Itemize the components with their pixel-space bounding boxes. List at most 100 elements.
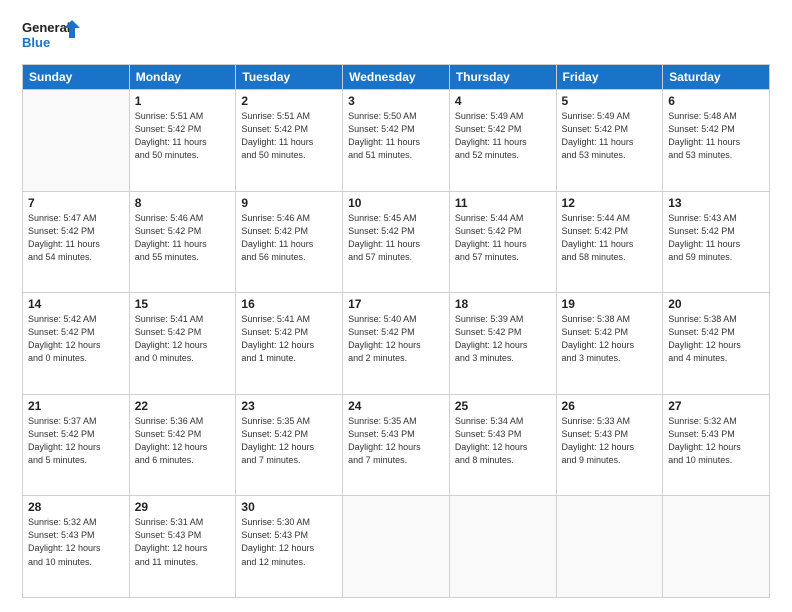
day-info: Sunrise: 5:51 AM Sunset: 5:42 PM Dayligh… <box>135 110 231 162</box>
day-info: Sunrise: 5:40 AM Sunset: 5:42 PM Dayligh… <box>348 313 444 365</box>
calendar-cell: 6 Sunrise: 5:48 AM Sunset: 5:42 PM Daylig… <box>663 90 770 192</box>
day-number: 6 <box>668 94 764 108</box>
day-number: 11 <box>455 196 551 210</box>
calendar-cell: 25 Sunrise: 5:34 AM Sunset: 5:43 PM Dayli… <box>449 394 556 496</box>
day-number: 16 <box>241 297 337 311</box>
header-tuesday: Tuesday <box>236 65 343 90</box>
day-number: 13 <box>668 196 764 210</box>
day-number: 27 <box>668 399 764 413</box>
day-number: 1 <box>135 94 231 108</box>
svg-text:Blue: Blue <box>22 35 50 50</box>
svg-text:General: General <box>22 20 70 35</box>
calendar-cell: 22Sunrise: 5:36 AM Sunset: 5:42 PM Dayli… <box>129 394 236 496</box>
day-number: 28 <box>28 500 124 514</box>
header-thursday: Thursday <box>449 65 556 90</box>
day-info: Sunrise: 5:48 AM Sunset: 5:42 PM Dayligh… <box>668 110 764 162</box>
header-saturday: Saturday <box>663 65 770 90</box>
calendar-cell: 7 Sunrise: 5:47 AM Sunset: 5:42 PM Daylig… <box>23 191 130 293</box>
calendar-cell: 27 Sunrise: 5:32 AM Sunset: 5:43 PM Dayli… <box>663 394 770 496</box>
calendar-cell: 17Sunrise: 5:40 AM Sunset: 5:42 PM Dayli… <box>343 293 450 395</box>
header-monday: Monday <box>129 65 236 90</box>
week-row-4: 28Sunrise: 5:32 AM Sunset: 5:43 PM Dayli… <box>23 496 770 598</box>
calendar-cell: 29 Sunrise: 5:31 AM Sunset: 5:43 PM Dayli… <box>129 496 236 598</box>
calendar-cell: 3 Sunrise: 5:50 AM Sunset: 5:42 PM Daylig… <box>343 90 450 192</box>
header: General Blue <box>22 18 770 54</box>
calendar-cell: 9 Sunrise: 5:46 AM Sunset: 5:42 PM Daylig… <box>236 191 343 293</box>
day-info: Sunrise: 5:32 AM Sunset: 5:43 PM Dayligh… <box>668 415 764 467</box>
day-number: 29 <box>135 500 231 514</box>
calendar-cell: 28Sunrise: 5:32 AM Sunset: 5:43 PM Dayli… <box>23 496 130 598</box>
day-info: Sunrise: 5:49 AM Sunset: 5:42 PM Dayligh… <box>562 110 658 162</box>
day-info: Sunrise: 5:46 AM Sunset: 5:42 PM Dayligh… <box>241 212 337 264</box>
day-info: Sunrise: 5:51 AM Sunset: 5:42 PM Dayligh… <box>241 110 337 162</box>
day-number: 3 <box>348 94 444 108</box>
day-number: 19 <box>562 297 658 311</box>
header-friday: Friday <box>556 65 663 90</box>
day-info: Sunrise: 5:41 AM Sunset: 5:42 PM Dayligh… <box>241 313 337 365</box>
day-info: Sunrise: 5:30 AM Sunset: 5:43 PM Dayligh… <box>241 516 337 568</box>
calendar-cell <box>343 496 450 598</box>
day-info: Sunrise: 5:39 AM Sunset: 5:42 PM Dayligh… <box>455 313 551 365</box>
day-number: 25 <box>455 399 551 413</box>
day-info: Sunrise: 5:31 AM Sunset: 5:43 PM Dayligh… <box>135 516 231 568</box>
day-number: 26 <box>562 399 658 413</box>
calendar-cell: 5 Sunrise: 5:49 AM Sunset: 5:42 PM Daylig… <box>556 90 663 192</box>
calendar-cell: 12Sunrise: 5:44 AM Sunset: 5:42 PM Dayli… <box>556 191 663 293</box>
day-number: 20 <box>668 297 764 311</box>
day-info: Sunrise: 5:50 AM Sunset: 5:42 PM Dayligh… <box>348 110 444 162</box>
day-number: 15 <box>135 297 231 311</box>
day-number: 21 <box>28 399 124 413</box>
day-info: Sunrise: 5:41 AM Sunset: 5:42 PM Dayligh… <box>135 313 231 365</box>
day-info: Sunrise: 5:47 AM Sunset: 5:42 PM Dayligh… <box>28 212 124 264</box>
calendar-cell: 19 Sunrise: 5:38 AM Sunset: 5:42 PM Dayli… <box>556 293 663 395</box>
calendar-cell: 23Sunrise: 5:35 AM Sunset: 5:42 PM Dayli… <box>236 394 343 496</box>
day-number: 30 <box>241 500 337 514</box>
day-number: 7 <box>28 196 124 210</box>
calendar-table: SundayMondayTuesdayWednesdayThursdayFrid… <box>22 64 770 598</box>
day-number: 14 <box>28 297 124 311</box>
day-info: Sunrise: 5:35 AM Sunset: 5:43 PM Dayligh… <box>348 415 444 467</box>
calendar-cell: 4 Sunrise: 5:49 AM Sunset: 5:42 PM Daylig… <box>449 90 556 192</box>
calendar-cell: 24 Sunrise: 5:35 AM Sunset: 5:43 PM Dayli… <box>343 394 450 496</box>
calendar-cell <box>663 496 770 598</box>
week-row-2: 14 Sunrise: 5:42 AM Sunset: 5:42 PM Dayli… <box>23 293 770 395</box>
calendar-cell: 14 Sunrise: 5:42 AM Sunset: 5:42 PM Dayli… <box>23 293 130 395</box>
calendar-cell: 11 Sunrise: 5:44 AM Sunset: 5:42 PM Dayli… <box>449 191 556 293</box>
day-number: 8 <box>135 196 231 210</box>
header-sunday: Sunday <box>23 65 130 90</box>
calendar-cell: 10Sunrise: 5:45 AM Sunset: 5:42 PM Dayli… <box>343 191 450 293</box>
logo-svg: General Blue <box>22 18 82 54</box>
page: General Blue SundayMondayTuesdayWednesda… <box>0 0 792 612</box>
calendar-header-row: SundayMondayTuesdayWednesdayThursdayFrid… <box>23 65 770 90</box>
day-number: 23 <box>241 399 337 413</box>
calendar-cell <box>449 496 556 598</box>
day-info: Sunrise: 5:36 AM Sunset: 5:42 PM Dayligh… <box>135 415 231 467</box>
day-number: 4 <box>455 94 551 108</box>
day-info: Sunrise: 5:37 AM Sunset: 5:42 PM Dayligh… <box>28 415 124 467</box>
day-number: 9 <box>241 196 337 210</box>
day-number: 10 <box>348 196 444 210</box>
day-number: 12 <box>562 196 658 210</box>
calendar-cell: 2Sunrise: 5:51 AM Sunset: 5:42 PM Daylig… <box>236 90 343 192</box>
calendar-cell: 16 Sunrise: 5:41 AM Sunset: 5:42 PM Dayli… <box>236 293 343 395</box>
day-number: 24 <box>348 399 444 413</box>
day-info: Sunrise: 5:34 AM Sunset: 5:43 PM Dayligh… <box>455 415 551 467</box>
week-row-0: 1 Sunrise: 5:51 AM Sunset: 5:42 PM Daylig… <box>23 90 770 192</box>
day-info: Sunrise: 5:43 AM Sunset: 5:42 PM Dayligh… <box>668 212 764 264</box>
calendar-cell <box>556 496 663 598</box>
day-number: 5 <box>562 94 658 108</box>
day-info: Sunrise: 5:44 AM Sunset: 5:42 PM Dayligh… <box>455 212 551 264</box>
calendar-cell: 30 Sunrise: 5:30 AM Sunset: 5:43 PM Dayli… <box>236 496 343 598</box>
calendar-cell <box>23 90 130 192</box>
day-info: Sunrise: 5:49 AM Sunset: 5:42 PM Dayligh… <box>455 110 551 162</box>
week-row-3: 21 Sunrise: 5:37 AM Sunset: 5:42 PM Dayli… <box>23 394 770 496</box>
day-info: Sunrise: 5:38 AM Sunset: 5:42 PM Dayligh… <box>668 313 764 365</box>
calendar-cell: 8 Sunrise: 5:46 AM Sunset: 5:42 PM Daylig… <box>129 191 236 293</box>
day-info: Sunrise: 5:42 AM Sunset: 5:42 PM Dayligh… <box>28 313 124 365</box>
header-wednesday: Wednesday <box>343 65 450 90</box>
calendar-cell: 26Sunrise: 5:33 AM Sunset: 5:43 PM Dayli… <box>556 394 663 496</box>
calendar-cell: 18Sunrise: 5:39 AM Sunset: 5:42 PM Dayli… <box>449 293 556 395</box>
day-info: Sunrise: 5:38 AM Sunset: 5:42 PM Dayligh… <box>562 313 658 365</box>
day-info: Sunrise: 5:46 AM Sunset: 5:42 PM Dayligh… <box>135 212 231 264</box>
calendar-cell: 15 Sunrise: 5:41 AM Sunset: 5:42 PM Dayli… <box>129 293 236 395</box>
